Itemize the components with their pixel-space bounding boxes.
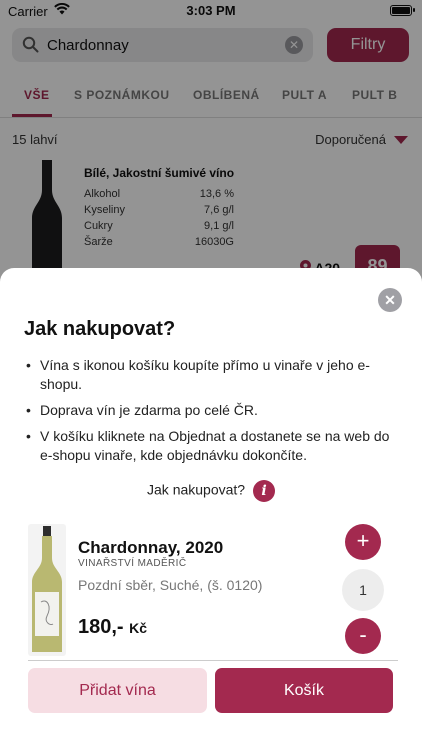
add-wines-button[interactable]: Přidat vína [28,668,207,713]
how-to-buy-link[interactable]: Jak nakupovat? i [0,480,422,502]
how-to-buy-label: Jak nakupovat? [147,481,246,498]
cart-button[interactable]: Košík [215,668,393,713]
info-icon[interactable]: i [252,480,275,502]
instruction-item: V košíku kliknete na Objednat a dostanet… [24,427,399,465]
product-maker: VINAŘSTVÍ MADĚRIČ [78,558,187,569]
price-currency: Kč [129,620,148,636]
close-icon[interactable]: ✕ [378,288,402,312]
product-price: 180,- Kč [78,616,147,639]
sheet-title: Jak nakupovat? [24,318,176,340]
product-description: Pozdní sběr, Suché, (š. 0120) [78,577,263,593]
product-name: Chardonnay, 2020 [78,538,224,557]
instructions-list: Vína s ikonou košíku koupíte přímo u vin… [24,356,399,472]
price-value: 180,- [78,616,124,638]
increase-quantity-button[interactable]: + [345,524,381,560]
product-bottle-image [28,524,66,656]
cart-product-row: Chardonnay, 2020 VINAŘSTVÍ MADĚRIČ Pozdn… [0,522,422,658]
instruction-item: Vína s ikonou košíku koupíte přímo u vin… [24,356,399,394]
divider [28,660,398,661]
how-to-buy-sheet: ✕ Jak nakupovat? Vína s ikonou košíku ko… [0,268,422,750]
decrease-quantity-button[interactable]: - [345,618,381,654]
instruction-item: Doprava vín je zdarma po celé ČR. [24,401,399,420]
quantity-value: 1 [342,569,384,611]
